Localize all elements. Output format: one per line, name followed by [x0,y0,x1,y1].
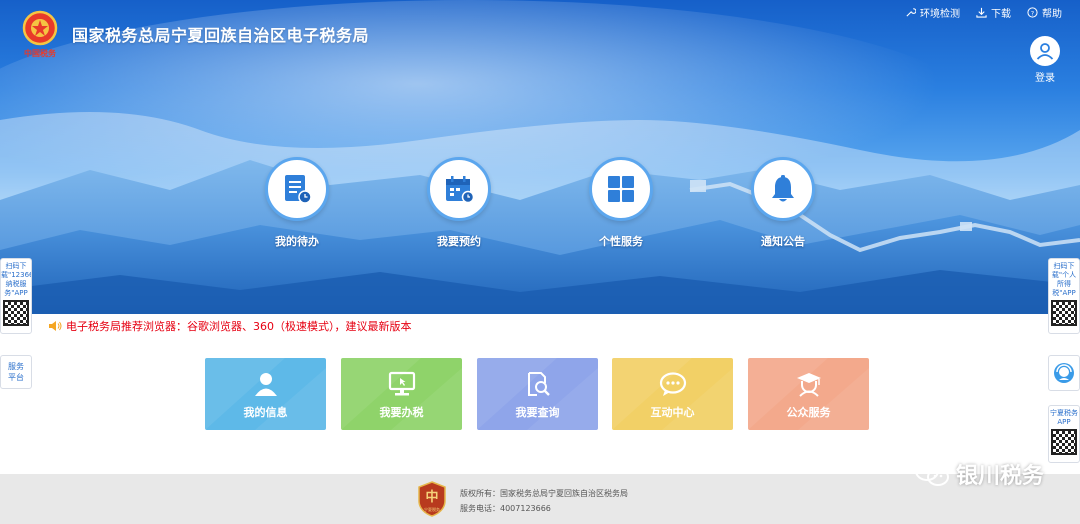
bell-icon [751,157,815,221]
tax-emblem-logo: 中国税务 [22,10,58,58]
help-link[interactable]: ? 帮助 [1027,4,1062,20]
footer-copyright: 版权所有：国家税务总局宁夏回族自治区税务局 [460,489,628,498]
card-my-info[interactable]: 我的信息 [205,358,326,430]
search-doc-icon [477,371,598,399]
watermark-text: 银川税务 [955,464,1044,489]
card-query[interactable]: 我要查询 [477,358,598,430]
tile-notice-label: 通知公告 [761,235,805,248]
top-links: 环境检测 下载 ? 帮助 [905,4,1062,20]
help-label: 帮助 [1042,8,1062,20]
browser-notice: 电子税务局推荐浏览器：谷歌浏览器、360（极速模式），建议最新版本 [48,318,412,334]
great-wall-background [0,0,1080,314]
side-personal-tax-app[interactable]: 扫码下载"个人所得税"APP [1048,258,1080,334]
card-public-service[interactable]: 公众服务 [748,358,869,430]
tile-appointment[interactable]: 我要预约 [414,157,504,249]
side-personal-tax-app-text: 扫码下载"个人所得税"APP [1051,262,1077,297]
download-label: 下载 [991,8,1011,20]
qr-code-icon [1051,300,1077,326]
footer-text: 版权所有：国家税务总局宁夏回族自治区税务局 服务电话：4007123666 [460,486,628,516]
side-customer-service[interactable] [1048,355,1080,391]
card-query-label: 我要查询 [515,406,560,419]
wechat-icon [914,461,949,486]
login-button[interactable]: 登录 [1030,36,1060,84]
side-12366-app-text: 扫码下载"12366纳税服务"APP [1,262,32,297]
graduate-icon [748,371,869,399]
svg-text:宁夏税务: 宁夏税务 [424,506,440,512]
hero-banner: 中国税务 国家税务总局宁夏回族自治区电子税务局 环境检测 下载 ? 帮助 登录 [0,0,1080,314]
login-label: 登录 [1035,73,1055,84]
svg-text:中: 中 [425,489,438,505]
page: 中国税务 国家税务总局宁夏回族自治区电子税务局 环境检测 下载 ? 帮助 登录 [0,0,1080,524]
tile-personal-service[interactable]: 个性服务 [576,157,666,249]
card-interaction-label: 互动中心 [650,406,695,419]
customer-service-icon [1054,363,1074,383]
download-link[interactable]: 下载 [976,4,1011,20]
speaker-icon [49,321,62,331]
tile-appointment-label: 我要预约 [437,235,481,248]
user-avatar-icon [1030,36,1060,66]
side-service-platform[interactable]: 服务平台 [0,355,32,389]
svg-text:中国税务: 中国税务 [24,48,57,58]
tile-notice[interactable]: 通知公告 [738,157,828,249]
browser-notice-text: 电子税务局推荐浏览器：谷歌浏览器、360（极速模式），建议最新版本 [66,320,412,333]
calendar-icon [427,157,491,221]
site-title: 国家税务总局宁夏回族自治区电子税务局 [72,26,370,45]
side-service-platform-text: 服务平台 [8,362,24,382]
side-12366-app[interactable]: 扫码下载"12366纳税服务"APP [0,258,32,334]
card-tax-handling[interactable]: 我要办税 [341,358,462,430]
qr-code-icon [1051,429,1077,455]
help-icon: ? [1027,6,1038,18]
grid-icon [589,157,653,221]
tile-personal-service-label: 个性服务 [599,235,643,248]
card-interaction[interactable]: 互动中心 [612,358,733,430]
footer-phone: 服务电话：4007123666 [460,504,551,513]
card-tax-handling-label: 我要办税 [379,406,424,419]
tile-my-todo[interactable]: 我的待办 [252,157,342,249]
chat-icon [612,371,733,399]
qr-code-icon [3,300,29,326]
card-my-info-label: 我的信息 [243,406,288,419]
download-icon [976,7,987,18]
side-ningxia-tax-app-text: 宁夏税务APP [1050,409,1078,426]
tile-my-todo-label: 我的待办 [275,235,319,248]
env-check-label: 环境检测 [920,8,960,20]
side-ningxia-tax-app[interactable]: 宁夏税务APP [1048,405,1080,463]
monitor-icon [341,371,462,399]
wechat-watermark: 银川税务 [914,458,1044,490]
todo-list-icon [265,157,329,221]
tax-badge-icon: 中 宁夏税务 [418,481,446,517]
env-check-link[interactable]: 环境检测 [905,4,960,20]
card-public-service-label: 公众服务 [786,406,831,419]
wrench-icon [906,7,916,17]
user-icon [205,371,326,399]
svg-text:?: ? [1031,9,1034,17]
